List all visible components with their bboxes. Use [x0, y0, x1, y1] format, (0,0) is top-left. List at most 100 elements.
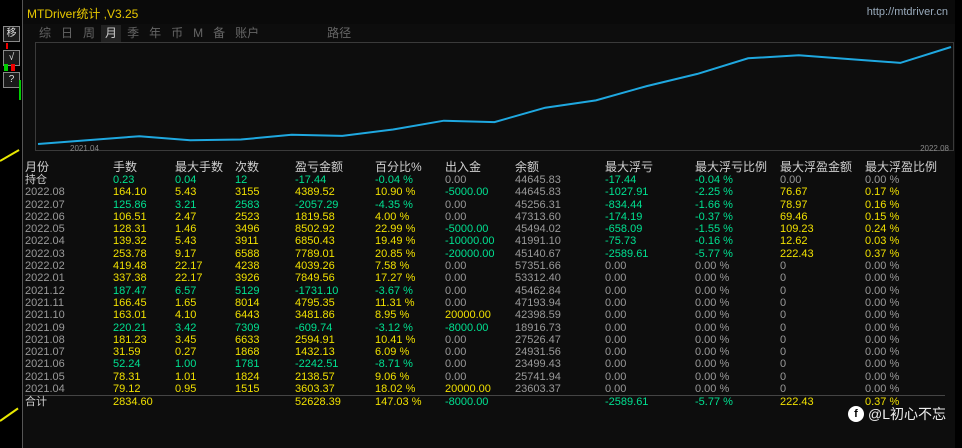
table-row[interactable]: 2021.05 78.31 1.01 1824 2138.57 9.06 % 0.00 257… [25, 371, 945, 383]
table-cell: 166.45 [113, 296, 147, 309]
column-header[interactable]: 最大手数 [175, 160, 235, 174]
table-cell: 1824 [235, 370, 260, 383]
column-header[interactable]: 月份 [25, 160, 113, 174]
table-cell: 5.43 [175, 186, 197, 199]
tab-currency[interactable]: 币 [167, 25, 187, 42]
table-cell: 52628.39 [295, 395, 375, 409]
tab-quarter[interactable]: 季 [123, 25, 143, 42]
table-cell: 18.02 % [375, 383, 416, 396]
column-header[interactable]: 余额 [515, 160, 605, 174]
tab-overview[interactable]: 综 [35, 25, 55, 42]
table-row[interactable]: 2022.05 128.31 1.46 3496 8502.92 22.99 % -5000… [25, 223, 945, 235]
table-row[interactable]: 2021.10 163.01 4.10 6443 3481.86 8.95 % 20000.… [25, 309, 945, 321]
table-cell: -1027.91 [605, 186, 649, 199]
column-header[interactable]: 手数 [113, 160, 175, 174]
table-row[interactable]: 2022.02 419.48 22.17 4238 4039.26 7.58 % 0.00 5… [25, 260, 945, 272]
table-cell: 22.99 % [375, 223, 416, 236]
table-cell: 22.17 [175, 272, 203, 285]
tab-year[interactable]: 年 [145, 25, 165, 42]
column-header[interactable]: 百分比% [375, 160, 445, 174]
table-row[interactable]: 2022.04 139.32 5.43 3911 6850.43 19.49 % -1000… [25, 235, 945, 247]
holding-row[interactable]: 持仓 0.23 0.04 12 -17.44 -0.04 % 0.00 44645.83 -17… [25, 174, 945, 186]
table-cell: -8000.00 [445, 321, 489, 334]
table-cell: -4.35 % [375, 198, 413, 211]
table-cell: 0.24 % [865, 223, 900, 236]
table-cell: 11.31 % [375, 296, 415, 309]
social-logo-icon: f [848, 406, 864, 422]
balance-series-line [37, 46, 952, 145]
table-row[interactable]: 2022.06 106.51 2.47 2523 1819.58 4.00 % 0.00 47… [25, 211, 945, 223]
table-cell: 合计 [25, 395, 113, 409]
column-header[interactable]: 最大浮亏比例 [695, 160, 780, 174]
table-cell: 45256.31 [515, 198, 561, 211]
tab-account[interactable]: 账户 [231, 25, 263, 42]
table-cell: 4.10 [175, 309, 197, 322]
table-row[interactable]: 2021.12 187.47 6.57 5129 -1731.10 -3.67 % 0.00… [25, 285, 945, 297]
tab-day[interactable]: 日 [57, 25, 77, 42]
table-cell: 9.17 [175, 247, 197, 260]
table-row[interactable]: 2021.06 52.24 1.00 1781 -2242.51 -8.71 % 0.00 2… [25, 358, 945, 370]
table-cell: 0.00 [605, 333, 627, 346]
tab-magic[interactable]: M [189, 25, 207, 42]
table-cell: 1.46 [175, 223, 197, 236]
table-cell: 2021.12 [25, 284, 65, 297]
table-cell: 2022.04 [25, 235, 65, 248]
table-cell: 持仓 [25, 174, 47, 186]
table-row[interactable]: 2021.07 31.59 0.27 1868 1432.13 6.09 % 0.00 249… [25, 346, 945, 358]
table-row[interactable]: 2022.01 337.38 22.17 3926 7849.56 17.27 % 0.00… [25, 272, 945, 284]
column-header[interactable]: 出入金 [445, 160, 515, 174]
table-cell: 0.17 % [865, 186, 900, 199]
tab-week[interactable]: 周 [79, 25, 99, 42]
table-cell: 3.21 [175, 198, 197, 211]
table-cell: 0.00 % [695, 272, 730, 285]
table-cell: 3911 [235, 235, 259, 248]
table-cell: 8502.92 [295, 223, 335, 236]
table-cell: -2589.61 [605, 247, 649, 260]
table-row[interactable]: 2022.07 125.86 3.21 2583 -2057.29 -4.35 % 0.00… [25, 199, 945, 211]
table-cell: 0.00 % [865, 272, 900, 285]
tab-month[interactable]: 月 [101, 25, 122, 42]
site-link[interactable]: http://mtdriver.cn [867, 6, 948, 18]
table-cell: 0.00 % [865, 370, 900, 383]
move-tool-button[interactable]: 移 [3, 26, 20, 42]
column-header[interactable]: 盈亏金额 [295, 160, 375, 174]
column-header[interactable]: 最大浮盈比例 [865, 160, 945, 174]
table-cell: 163.01 [113, 309, 147, 322]
table-cell: 0 [780, 358, 787, 371]
table-cell: 1432.13 [295, 346, 335, 359]
table-cell: 0.00 [605, 383, 627, 396]
table-cell: 44645.83 [515, 186, 561, 199]
table-cell: 2021.11 [25, 296, 64, 309]
table-cell: 0.00 % [865, 383, 900, 396]
table-cell: 2583 [235, 198, 260, 211]
table-cell: 0.00 % [865, 346, 900, 359]
table-cell: 6.09 % [375, 346, 410, 359]
table-row[interactable]: 2022.03 253.78 9.17 6588 7789.01 20.85 % -2000… [25, 248, 945, 260]
table-cell: 109.23 [780, 223, 814, 236]
monthly-stats-table: 月份 手数 最大手数 次数 盈亏金额 百分比% 出入金 余额 最大浮亏 最大浮亏比例 最大浮盈金额最… [25, 160, 945, 409]
column-header[interactable]: 最大浮亏 [605, 160, 695, 174]
table-cell: -2057.29 [295, 198, 339, 211]
column-header[interactable]: 次数 [235, 160, 295, 174]
table-cell: 0.15 % [865, 210, 900, 223]
tab-path[interactable]: 路径 [323, 25, 355, 42]
table-cell: 0 [780, 370, 787, 383]
table-row[interactable]: 2021.04 79.12 0.95 1515 3603.37 18.02 % 20000.… [25, 383, 945, 396]
table-cell: 0.00 % [865, 321, 900, 334]
table-row[interactable]: 2022.08 164.10 5.43 3155 4389.52 10.90 % -5000… [25, 186, 945, 198]
table-cell: -17.44 [295, 174, 327, 186]
table-row[interactable]: 2021.08 181.23 3.45 6633 2594.91 10.41 % 0.00 2… [25, 334, 945, 346]
column-header[interactable]: 最大浮盈金额 [780, 160, 865, 174]
table-cell: 0.00 % [865, 284, 900, 297]
table-cell: 2021.06 [25, 358, 65, 371]
help-tool-button[interactable]: ? [3, 72, 20, 88]
table-row[interactable]: 2021.09 220.21 3.42 7309 -609.74 -3.12 % -8000… [25, 322, 945, 334]
table-cell: 5129 [235, 284, 260, 297]
table-cell: -5.77 % [695, 395, 780, 409]
table-cell: 47313.60 [515, 210, 561, 223]
table-row[interactable]: 2021.11 166.45 1.65 8014 4795.35 11.31 % 0.00 4… [25, 297, 945, 309]
table-cell: 0.00 % [865, 260, 900, 273]
tab-note[interactable]: 备 [209, 25, 229, 42]
table-cell: 3603.37 [295, 383, 335, 396]
right-edge [955, 0, 962, 448]
